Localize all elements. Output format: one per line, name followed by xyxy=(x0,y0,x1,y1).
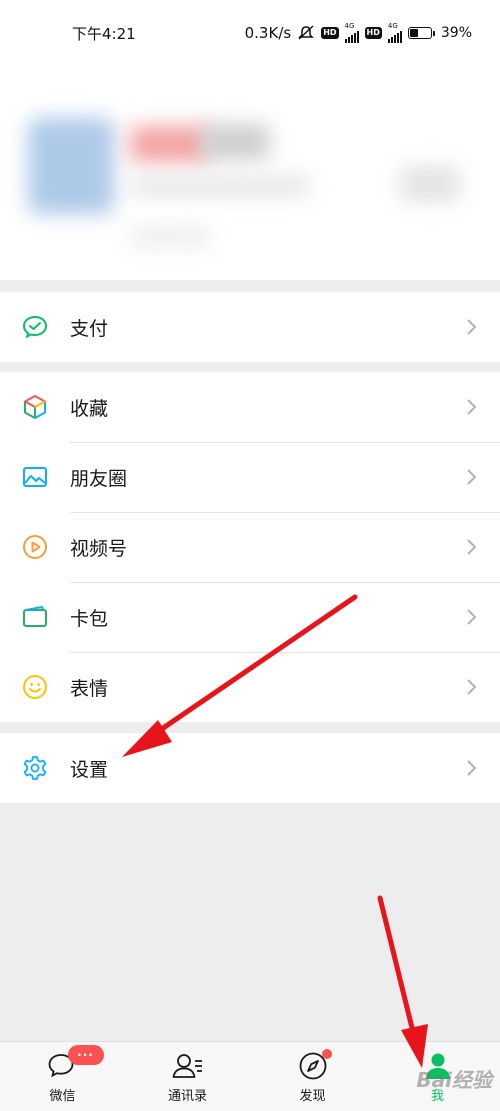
cube-icon xyxy=(22,394,48,420)
menu-item-settings[interactable]: 设置 xyxy=(0,733,500,803)
smiley-icon xyxy=(22,674,48,700)
nickname-blurred xyxy=(130,126,210,162)
profile-header[interactable] xyxy=(0,66,500,280)
nickname-blurred-2 xyxy=(200,124,270,160)
avatar[interactable] xyxy=(28,118,114,214)
tab-chats[interactable]: ··· 微信 xyxy=(0,1042,125,1111)
network-type-2: 4G xyxy=(387,22,398,30)
menu-item-label: 支付 xyxy=(70,317,109,340)
menu-item-channels[interactable]: 视频号 xyxy=(0,512,500,582)
menu-item-label: 设置 xyxy=(70,758,109,781)
chevron-right-icon xyxy=(467,760,477,776)
wechat-pay-icon xyxy=(22,314,48,340)
wallet-icon xyxy=(22,604,48,630)
tab-label: 发现 xyxy=(299,1089,326,1104)
menu-item-label: 卡包 xyxy=(70,607,109,630)
status-bar: 下午4:21 0.3K/s HD 4G HD 4G 39% xyxy=(0,0,500,66)
play-circle-icon xyxy=(22,534,48,560)
status-time: 下午4:21 xyxy=(72,24,136,43)
menu-group-settings: 设置 xyxy=(0,733,500,803)
menu-item-label: 收藏 xyxy=(70,397,109,420)
signal-icon-1: 4G xyxy=(344,22,359,43)
tab-label: 通讯录 xyxy=(167,1089,207,1104)
tab-contacts[interactable]: 通讯录 xyxy=(125,1042,250,1111)
signal-icon-2: 4G xyxy=(387,22,402,43)
chevron-right-icon xyxy=(467,319,477,335)
status-blurred[interactable] xyxy=(130,226,210,248)
chevron-right-icon xyxy=(467,399,477,415)
qr-code-icon[interactable] xyxy=(400,166,460,202)
contacts-icon xyxy=(172,1054,202,1078)
network-type-1: 4G xyxy=(344,22,355,30)
tab-label: 微信 xyxy=(49,1089,76,1104)
mute-icon xyxy=(297,25,315,41)
wechat-id-blurred xyxy=(130,176,310,196)
menu-item-cards[interactable]: 卡包 xyxy=(0,582,500,652)
menu-group-pay: 支付 xyxy=(0,292,500,362)
menu-item-moments[interactable]: 朋友圈 xyxy=(0,442,500,512)
battery-fill xyxy=(409,29,418,37)
menu-item-label: 视频号 xyxy=(70,537,128,560)
menu-item-pay[interactable]: 支付 xyxy=(0,292,500,362)
watermark: Bai经验 xyxy=(416,1068,492,1092)
network-speed: 0.3K/s xyxy=(244,24,292,42)
menu-group-main: 收藏 朋友圈 视频号 卡包 表情 xyxy=(0,372,500,722)
chevron-right-icon xyxy=(467,609,477,625)
menu-item-label: 表情 xyxy=(70,677,109,700)
unread-badge: ··· xyxy=(67,1045,104,1065)
hd-icon-2: HD xyxy=(364,27,382,39)
tab-discover[interactable]: 发现 xyxy=(250,1042,375,1111)
chevron-right-icon xyxy=(467,469,477,485)
menu-item-stickers[interactable]: 表情 xyxy=(0,652,500,722)
image-icon xyxy=(22,464,48,490)
menu-item-label: 朋友圈 xyxy=(70,467,128,490)
battery-icon xyxy=(407,27,435,39)
gear-icon xyxy=(22,755,48,781)
battery-percent: 39% xyxy=(440,25,472,41)
status-icons: 0.3K/s HD 4G HD 4G 39% xyxy=(245,23,472,43)
hd-icon-1: HD xyxy=(321,27,339,39)
arrow-to-me-tab xyxy=(377,895,418,1043)
menu-item-favorites[interactable]: 收藏 xyxy=(0,372,500,442)
chevron-right-icon xyxy=(467,539,477,555)
discover-badge-dot xyxy=(321,1049,332,1059)
chevron-right-icon xyxy=(467,679,477,695)
